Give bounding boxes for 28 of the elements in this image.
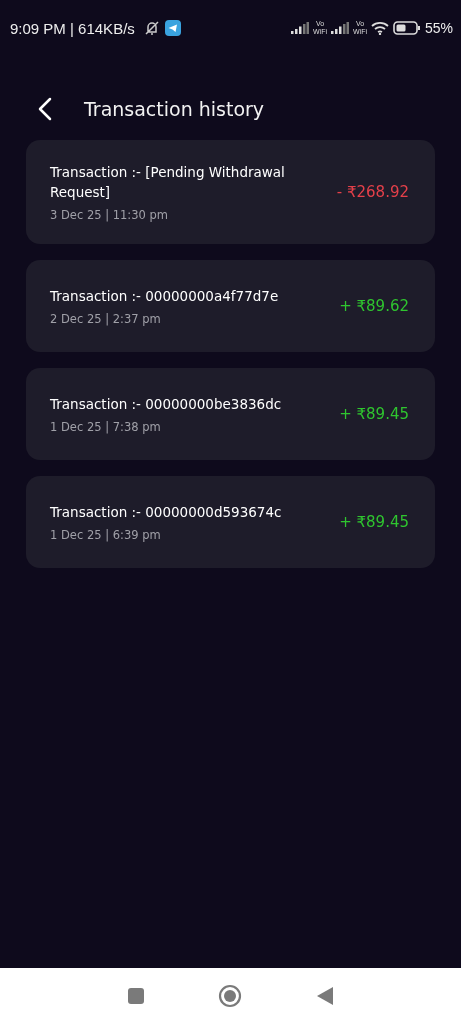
- wifi-icon: [370, 21, 389, 35]
- transaction-date: 3 Dec 25 | 11:30 pm: [50, 208, 169, 222]
- transaction-date: 1 Dec 25 | 7:38 pm: [50, 420, 162, 434]
- transaction-amount: + ₹89.45: [339, 405, 409, 423]
- transaction-title: Transaction :- 00000000a4f77d7e: [50, 287, 280, 306]
- transaction-card[interactable]: Transaction :- 00000000d593674c 1 Dec 25 | 6:39 pm + ₹89.45: [26, 476, 435, 568]
- telegram-icon: [164, 20, 181, 36]
- battery-percent: 55%: [424, 20, 453, 36]
- recents-icon[interactable]: [126, 987, 145, 1005]
- status-time: 9:09 PM | 614KB/s: [10, 19, 135, 37]
- transaction-title: Transaction :- 00000000d593674c: [50, 503, 283, 522]
- transaction-amount: - ₹268.92: [336, 183, 409, 201]
- transaction-amount: + ₹89.45: [339, 513, 409, 531]
- transaction-title: Transaction :- 00000000be3836dc: [50, 395, 283, 414]
- transaction-title: Transaction :- [Pending Withdrawal Request]: [50, 163, 286, 202]
- back-button[interactable]: [36, 95, 54, 123]
- transaction-card[interactable]: Transaction :- [Pending Withdrawal Request] 3 Dec 25 | 11:30 pm - ₹268.92: [26, 140, 435, 244]
- transaction-card[interactable]: Transaction :- 00000000be3836dc 1 Dec 25 | 7:38 pm + ₹89.45: [26, 368, 435, 460]
- battery-icon: [392, 21, 421, 35]
- signal-icon: [330, 22, 349, 34]
- page-title: Transaction history: [84, 98, 265, 120]
- transaction-amount: + ₹89.62: [339, 297, 409, 315]
- transaction-date: 1 Dec 25 | 6:39 pm: [50, 528, 162, 542]
- transaction-date: 2 Dec 25 | 2:37 pm: [50, 312, 162, 326]
- signal-icon: [290, 22, 309, 34]
- transaction-card[interactable]: Transaction :- 00000000a4f77d7e 2 Dec 25 | 2:37 pm + ₹89.62: [26, 260, 435, 352]
- home-icon[interactable]: [218, 984, 243, 1008]
- back-icon[interactable]: [316, 986, 335, 1006]
